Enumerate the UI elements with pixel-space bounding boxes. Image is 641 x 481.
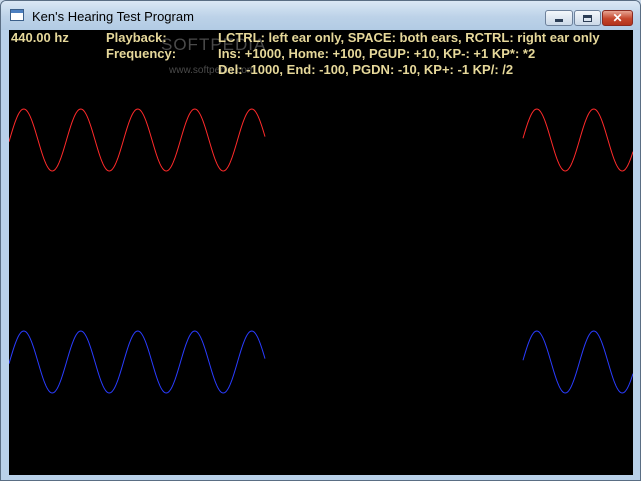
playback-label: Playback: bbox=[106, 30, 167, 45]
right-channel-wave-segment-left bbox=[9, 330, 266, 394]
maximize-button[interactable] bbox=[574, 10, 601, 26]
close-icon: ✕ bbox=[612, 11, 623, 25]
frequency-keys-line-2: Del: -1000, End: -100, PGDN: -10, KP+: -… bbox=[218, 62, 514, 77]
waveform-canvas bbox=[9, 108, 633, 394]
playback-keys: LCTRL: left ear only, SPACE: both ears, … bbox=[218, 30, 600, 45]
left-channel-wave-segment-left bbox=[9, 108, 266, 172]
minimize-button[interactable] bbox=[545, 10, 573, 26]
title-bar[interactable]: Ken's Hearing Test Program ✕ bbox=[1, 1, 640, 30]
app-window-icon[interactable] bbox=[10, 9, 24, 21]
left-channel-wave-segment-right bbox=[522, 108, 633, 172]
frequency-label: Frequency: bbox=[106, 46, 177, 61]
right-channel-wave-segment-right bbox=[522, 330, 633, 394]
minimize-icon bbox=[555, 19, 563, 22]
render-area[interactable]: SOFTPEDIA www.softpedia.com 440.00 hz Pl… bbox=[9, 30, 633, 475]
app-window: Ken's Hearing Test Program ✕ SOFTPEDIA w… bbox=[0, 0, 641, 481]
maximize-icon bbox=[583, 14, 592, 22]
frequency-keys-line-1: Ins: +1000, Home: +100, PGUP: +10, KP-: … bbox=[218, 46, 536, 61]
close-button[interactable]: ✕ bbox=[602, 10, 633, 26]
frequency-readout: 440.00 hz bbox=[11, 30, 69, 45]
window-title: Ken's Hearing Test Program bbox=[32, 9, 194, 24]
